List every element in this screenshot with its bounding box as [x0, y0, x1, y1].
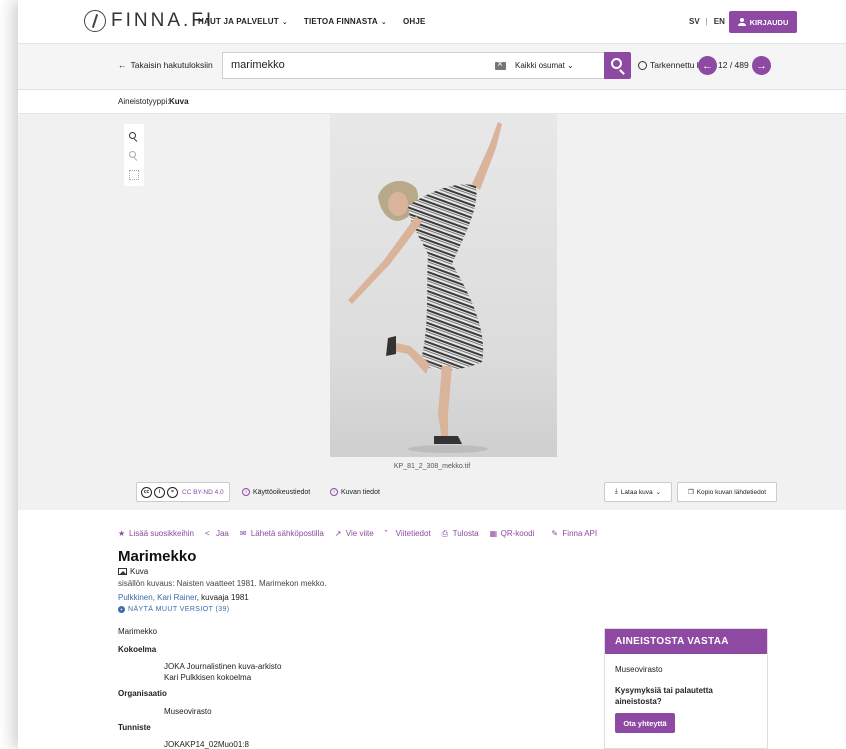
record-format: Kuva — [118, 567, 148, 576]
organisation-value[interactable]: Museovirasto — [164, 707, 212, 716]
qr-code-button[interactable]: ▦ QR-koodi — [490, 529, 535, 538]
email-button[interactable]: ✉ Lähetä sähköpostilla — [240, 529, 324, 538]
copy-icon: ❐ — [687, 489, 694, 496]
usage-rights-link[interactable]: i Käyttöoikeustiedot — [242, 488, 310, 496]
contact-button[interactable]: Ota yhteyttä — [615, 713, 675, 733]
responsible-org-name: Museovirasto — [615, 665, 663, 674]
collection-value[interactable]: JOKA Journalistinen kuva-arkisto — [164, 662, 281, 671]
top-navbar: FINNA.FI HAUT JA PALVELUT ⌄ TIETOA FINNAS… — [18, 0, 846, 44]
material-type-row: Aineistotyyppi: Kuva — [18, 90, 846, 114]
citation-button[interactable]: ” Viitetiedot — [385, 529, 431, 538]
author-role: , kuvaaja 1981 — [196, 593, 249, 602]
search-row: ← Takaisin hakutuloksiin Kaikki osumat ⌄… — [18, 44, 846, 90]
nav-item-services[interactable]: HAUT JA PALVELUT ⌄ — [198, 17, 288, 26]
export-button[interactable]: ↗ Vie viite — [335, 529, 374, 538]
star-icon: ★ — [118, 528, 126, 538]
info-icon: i — [242, 488, 250, 496]
finna-api-link[interactable]: ✎ Finna API — [551, 529, 597, 538]
record-title: Marimekko — [118, 548, 197, 565]
print-button[interactable]: ⎙ Tulosta — [442, 529, 479, 538]
license-badge[interactable]: cc i = CC BY-ND 4.0 — [136, 482, 230, 502]
previous-record-button[interactable]: ← — [698, 56, 717, 75]
record-authors: Pulkkinen, Kari Rainer, kuvaaja 1981 — [118, 593, 249, 602]
nav-item-help[interactable]: OHJE — [403, 17, 426, 26]
info-icon: i — [330, 488, 338, 496]
nav-item-about[interactable]: TIETOA FINNASTA ⌄ — [304, 17, 387, 26]
share-icon: < — [204, 528, 210, 538]
search-icon — [611, 58, 622, 69]
material-type-value[interactable]: Kuva — [169, 97, 189, 106]
chevron-down-icon: ⌄ — [567, 61, 574, 70]
lang-separator: | — [705, 17, 708, 26]
share-button[interactable]: < Jaa — [205, 529, 229, 538]
image-icon — [118, 568, 127, 575]
record-image[interactable] — [330, 114, 557, 457]
record-actions: ★ Lisää suosikkeihin < Jaa ✉ Lähetä sähköpo… — [118, 529, 597, 538]
advanced-search-icon — [638, 60, 647, 70]
login-button[interactable]: KIRJAUDU — [729, 11, 797, 33]
export-icon: ↗ — [334, 528, 342, 538]
quote-icon: ” — [384, 528, 388, 538]
dancer-photo — [348, 122, 502, 453]
responsible-org-heading: AINEISTOSTA VASTAA — [605, 629, 767, 654]
fit-screen-icon[interactable] — [129, 170, 139, 180]
print-icon: ⎙ — [441, 528, 449, 538]
collection-value[interactable]: Kari Pulkkisen kokoelma — [164, 673, 251, 682]
arrow-left-icon: ← — [118, 60, 127, 70]
back-to-results-link[interactable]: ← Takaisin hakutuloksiin — [118, 60, 213, 70]
zoom-in-icon[interactable] — [129, 132, 139, 142]
cc-icon: cc — [141, 486, 152, 498]
mail-icon: ✉ — [239, 528, 247, 538]
download-image-button[interactable]: ⤓ Lataa kuva ⌄ — [604, 482, 672, 502]
search-scope-select[interactable]: Kaikki osumat ⌄ — [515, 61, 574, 70]
page-frame: FINNA.FI HAUT JA PALVELUT ⌄ TIETOA FINNAS… — [18, 0, 846, 749]
search-input[interactable] — [231, 59, 471, 71]
search-button[interactable] — [604, 52, 631, 79]
author-link[interactable]: Pulkkinen, Kari Rainer — [118, 593, 197, 602]
responsible-org-box: AINEISTOSTA VASTAA Museovirasto Kysymyks… — [604, 628, 768, 749]
collection-heading: Kokoelma — [118, 645, 157, 654]
image-filename: KP_81_2_308_mekko.tif — [393, 463, 471, 470]
chevron-down-icon: ⌄ — [281, 19, 288, 26]
zoom-controls — [124, 124, 144, 186]
image-info-link[interactable]: i Kuvan tiedot — [330, 488, 380, 496]
clear-icon[interactable] — [495, 59, 506, 70]
qr-icon: ▦ — [489, 528, 498, 538]
chevron-down-icon: ⌄ — [380, 19, 387, 26]
feedback-question: Kysymyksiä tai palautetta aineistosta? — [615, 686, 713, 706]
image-viewer: KP_81_2_308_mekko.tif cc i = CC BY-ND 4.… — [18, 114, 846, 510]
language-switcher: SV | EN — [689, 17, 725, 26]
zoom-out-icon[interactable] — [129, 151, 139, 161]
record-counter: 12 / 489 — [718, 60, 749, 70]
arrow-left-icon: ← — [702, 59, 713, 72]
lang-en[interactable]: EN — [714, 17, 725, 26]
finna-logo-icon — [84, 10, 106, 32]
main-nav: HAUT JA PALVELUT ⌄ TIETOA FINNASTA ⌄ OHJE — [198, 17, 426, 26]
api-icon: ✎ — [551, 528, 559, 538]
search-box: Kaikki osumat ⌄ — [222, 52, 604, 79]
chevron-down-icon: ⌄ — [655, 489, 662, 496]
user-icon — [737, 18, 746, 26]
other-versions-link[interactable]: + NÄYTÄ MUUT VERSIOT (39) — [118, 606, 230, 613]
organisation-heading: Organisaatio — [118, 689, 167, 698]
next-record-button[interactable]: → — [752, 56, 771, 75]
lang-sv[interactable]: SV — [689, 17, 700, 26]
image-toolbar: cc i = CC BY-ND 4.0 i Käyttöoikeustiedot… — [18, 480, 846, 504]
finna-logo[interactable]: FINNA.FI — [84, 10, 214, 32]
copy-source-button[interactable]: ❐ Kopio kuvan lähdetiedot — [677, 482, 777, 502]
arrow-right-icon: → — [756, 59, 767, 72]
identifier-value: JOKAKP14_02Muo01:8 — [164, 740, 249, 749]
material-type-label: Aineistotyyppi: — [118, 97, 170, 106]
attribution-icon: i — [154, 486, 165, 498]
add-favorite-button[interactable]: ★ Lisää suosikkeihin — [118, 529, 194, 538]
expand-icon: + — [118, 606, 125, 613]
no-derivatives-icon: = — [167, 486, 178, 498]
download-icon: ⤓ — [614, 488, 618, 495]
record-description: sisällön kuvaus: Naisten vaatteet 1981. … — [118, 579, 327, 588]
subject-value[interactable]: Marimekko — [118, 627, 157, 636]
identifier-heading: Tunniste — [118, 723, 151, 732]
license-text: CC BY-ND 4.0 — [182, 488, 224, 496]
